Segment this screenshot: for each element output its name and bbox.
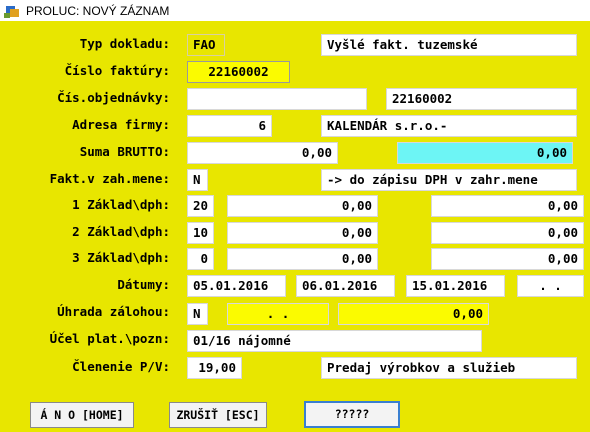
label-datumy: Dátumy:	[117, 277, 170, 292]
document-type-code-field[interactable]: FAO	[187, 34, 225, 56]
advance-payment-date-field[interactable]: . .	[227, 303, 329, 325]
unknown-action-button[interactable]: ?????	[304, 401, 400, 428]
label-typ-dokladu: Typ dokladu:	[79, 36, 170, 51]
payment-purpose-field[interactable]: 01/16 nájomné	[187, 330, 482, 352]
date-1-field[interactable]: 05.01.2016	[187, 275, 286, 297]
vat-amount-1-field[interactable]: 0,00	[431, 195, 584, 217]
vat-base-1-field[interactable]: 0,00	[227, 195, 378, 217]
company-name-display: KALENDÁR s.r.o.-	[321, 115, 577, 137]
label-zaklad-dph-2: 2 Základ\dph:	[72, 224, 170, 239]
classification-code-field[interactable]: 19,00	[187, 357, 242, 379]
vat-amount-2-field[interactable]: 0,00	[431, 222, 584, 244]
foreign-currency-flag-field[interactable]: N	[187, 169, 208, 191]
date-3-field[interactable]: 15.01.2016	[406, 275, 505, 297]
vat-amount-3-field[interactable]: 0,00	[431, 248, 584, 270]
label-suma-brutto: Suma BRUTTO:	[79, 144, 170, 159]
vat-rate-3-field[interactable]: 0	[187, 248, 214, 270]
label-cislo-faktury: Číslo faktúry:	[64, 63, 170, 78]
advance-payment-amount-field[interactable]: 0,00	[338, 303, 489, 325]
form-panel: Typ dokladu: Číslo faktúry: Čís.objednáv…	[0, 21, 590, 432]
label-uhrada-zalohou: Úhrada zálohou:	[57, 304, 170, 319]
title-bar: PROLUC: NOVÝ ZÁZNAM	[0, 0, 590, 21]
document-type-description: Vyšlé fakt. tuzemské	[321, 34, 577, 56]
vat-rate-2-field[interactable]: 10	[187, 222, 214, 244]
label-zaklad-dph-1: 1 Základ\dph:	[72, 197, 170, 212]
order-number-secondary-field[interactable]: 22160002	[386, 88, 577, 110]
label-zaklad-dph-3: 3 Základ\dph:	[72, 250, 170, 265]
yes-button[interactable]: Á N O [HOME]	[30, 402, 134, 428]
label-fakt-zah-mene: Fakt.v zah.mene:	[49, 171, 170, 186]
vat-base-3-field[interactable]: 0,00	[227, 248, 378, 270]
company-address-code-field[interactable]: 6	[187, 115, 272, 137]
date-4-field[interactable]: . .	[517, 275, 584, 297]
advance-payment-flag-field[interactable]: N	[187, 303, 208, 325]
date-2-field[interactable]: 06.01.2016	[296, 275, 395, 297]
gross-amount-field[interactable]: 0,00	[187, 142, 338, 164]
label-ucel-platby: Účel plat.\pozn:	[49, 331, 170, 346]
foreign-currency-description: -> do zápisu DPH v zahr.mene	[321, 169, 577, 191]
label-adresa-firmy: Adresa firmy:	[72, 117, 170, 132]
gross-amount-secondary-field[interactable]: 0,00	[397, 142, 573, 164]
order-number-field[interactable]	[187, 88, 367, 110]
classification-description: Predaj výrobkov a služieb	[321, 357, 577, 379]
label-clenenie: Členenie P/V:	[72, 359, 170, 374]
app-icon	[4, 4, 20, 18]
label-cislo-objednavky: Čís.objednávky:	[57, 90, 170, 105]
vat-base-2-field[interactable]: 0,00	[227, 222, 378, 244]
window-title: PROLUC: NOVÝ ZÁZNAM	[26, 3, 170, 18]
cancel-button[interactable]: ZRUŠIŤ [ESC]	[169, 402, 267, 428]
vat-rate-1-field[interactable]: 20	[187, 195, 214, 217]
invoice-number-field[interactable]: 22160002	[187, 61, 290, 83]
